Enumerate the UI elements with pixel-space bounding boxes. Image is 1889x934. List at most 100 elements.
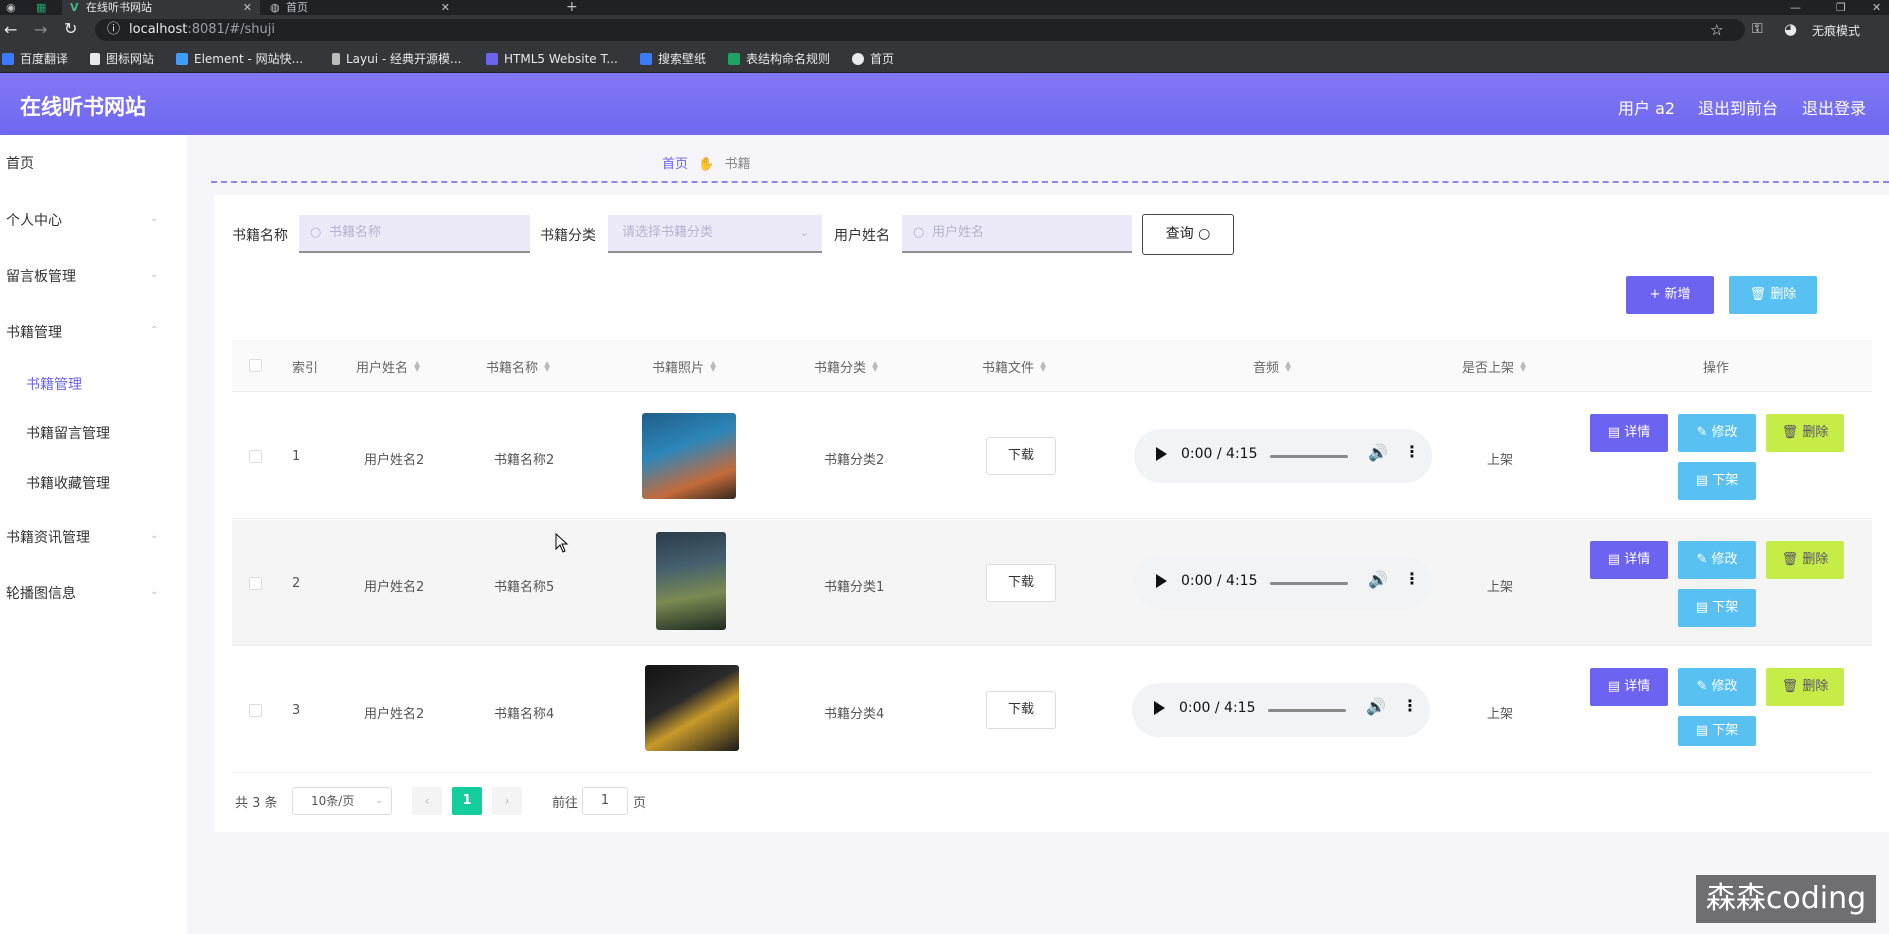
bookmark-item[interactable]: 搜索壁纸 — [640, 45, 706, 73]
play-icon[interactable] — [1156, 447, 1167, 461]
logout-link[interactable]: 退出登录 — [1802, 95, 1866, 119]
audio-progress-slider[interactable] — [1270, 455, 1348, 458]
detail-button[interactable]: ▤ 详情 — [1590, 541, 1668, 579]
edit-button[interactable]: ✎ 修改 — [1678, 668, 1756, 706]
row-checkbox[interactable] — [249, 704, 262, 717]
off-shelf-button[interactable]: ▤ 下架 — [1678, 716, 1756, 746]
close-tab-icon[interactable]: ✕ — [243, 0, 252, 15]
reload-icon[interactable]: ↻ — [64, 19, 77, 38]
book-cover-image[interactable] — [645, 665, 739, 751]
incognito-label[interactable]: 无痕模式 — [1812, 22, 1860, 39]
key-icon[interactable]: ⚿ — [1752, 21, 1763, 37]
row-checkbox[interactable] — [249, 577, 262, 590]
download-button[interactable]: 下载 — [986, 691, 1056, 729]
book-category-select[interactable]: 请选择书籍分类 ⌄ — [608, 215, 822, 253]
batch-delete-button[interactable]: 🗑 删除 — [1729, 276, 1817, 314]
bookmark-star-icon[interactable]: ☆ — [1710, 19, 1723, 41]
edit-button[interactable]: ✎ 修改 — [1678, 414, 1756, 452]
volume-icon[interactable]: 🔊 — [1366, 697, 1386, 716]
sidebar-item-profile[interactable]: 个人中心 — [6, 210, 62, 230]
back-to-front-link[interactable]: 退出到前台 — [1698, 95, 1778, 119]
audio-player[interactable]: 0:00 / 4:15 🔊 ⋮ — [1134, 429, 1432, 483]
book-name-input[interactable]: ○ 书籍名称 — [299, 215, 530, 253]
page-size-select[interactable]: 10条/页 ⌄ — [292, 787, 392, 815]
hand-icon: ✋ — [698, 157, 715, 172]
info-icon[interactable]: ⓘ — [107, 19, 120, 41]
forward-icon[interactable]: → — [34, 20, 47, 39]
volume-icon[interactable]: 🔊 — [1368, 443, 1388, 462]
bookmark-item[interactable]: Layui - 经典开源模... — [332, 45, 461, 73]
select-all-checkbox[interactable] — [249, 359, 262, 372]
off-shelf-button[interactable]: ▤ 下架 — [1678, 462, 1756, 500]
goto-page-input[interactable]: 1 — [582, 787, 628, 815]
audio-progress-slider[interactable] — [1270, 582, 1348, 585]
new-tab-button[interactable]: + — [562, 0, 586, 15]
bookmark-item[interactable]: HTML5 Website T... — [486, 45, 618, 73]
audio-player[interactable]: 0:00 / 4:15 🔊 ⋮ — [1134, 556, 1432, 610]
detail-button[interactable]: ▤ 详情 — [1590, 668, 1668, 706]
sidebar-item-book-news[interactable]: 书籍资讯管理 — [6, 527, 90, 547]
download-button[interactable]: 下载 — [986, 437, 1056, 475]
prev-page-button[interactable]: ‹ — [412, 787, 442, 815]
sheet-tab-icon[interactable]: ▦ — [30, 0, 54, 15]
more-options-icon[interactable]: ⋮ — [1402, 696, 1418, 715]
col-category[interactable]: 书籍分类 ▲ ▼ — [814, 357, 878, 377]
breadcrumb-home[interactable]: 首页 — [662, 157, 688, 172]
bookmark-item[interactable]: 图标网站 — [90, 45, 154, 73]
sidebar-item-books[interactable]: 书籍管理 — [6, 322, 62, 342]
current-page[interactable]: 1 — [452, 787, 482, 815]
sidebar-subitem-book-comments[interactable]: 书籍留言管理 — [26, 423, 110, 443]
audio-player[interactable]: 0:00 / 4:15 🔊 ⋮ — [1132, 683, 1430, 737]
download-button[interactable]: 下载 — [986, 564, 1056, 602]
delete-button[interactable]: 🗑 删除 — [1766, 414, 1844, 452]
play-icon[interactable] — [1156, 574, 1167, 588]
query-button[interactable]: 查询 ○ — [1142, 214, 1234, 255]
bookmark-item[interactable]: 百度翻译 — [2, 45, 68, 73]
row-checkbox[interactable] — [249, 450, 262, 463]
close-window-icon[interactable]: ✕ — [1868, 0, 1888, 15]
minimize-icon[interactable]: — — [1786, 0, 1806, 15]
off-shelf-button[interactable]: ▤ 下架 — [1678, 589, 1756, 627]
col-status[interactable]: 是否上架 ▲ ▼ — [1462, 357, 1526, 377]
tab-home[interactable]: ◍ 首页 ✕ — [262, 0, 458, 15]
more-options-icon[interactable]: ⋮ — [1404, 442, 1420, 461]
sidebar-subitem-book-favorites[interactable]: 书籍收藏管理 — [26, 473, 110, 493]
bookmark-item[interactable]: 表结构命名规则 — [728, 45, 830, 73]
delete-button[interactable]: 🗑 删除 — [1766, 541, 1844, 579]
volume-icon[interactable]: 🔊 — [1368, 570, 1388, 589]
sort-icon: ▲ ▼ — [1040, 359, 1047, 373]
col-user[interactable]: 用户姓名 ▲ ▼ — [356, 357, 420, 377]
user-name-input[interactable]: ○ 用户姓名 — [902, 215, 1132, 253]
next-page-button[interactable]: › — [492, 787, 522, 815]
row-name: 书籍名称4 — [494, 707, 555, 722]
row-index: 2 — [292, 576, 301, 591]
book-cover-image[interactable] — [642, 413, 736, 499]
url-field[interactable]: ⓘ localhost:8081/#/shuji ☆ — [95, 19, 1745, 41]
user-name[interactable]: 用户 a2 — [1618, 95, 1675, 119]
col-photo[interactable]: 书籍照片 ▲ ▼ — [652, 357, 716, 377]
more-options-icon[interactable]: ⋮ — [1404, 569, 1420, 588]
sidebar-item-guestbook[interactable]: 留言板管理 — [6, 266, 76, 286]
chrome-icon[interactable]: ◉ — [0, 0, 24, 15]
detail-button[interactable]: ▤ 详情 — [1590, 414, 1668, 452]
audio-progress-slider[interactable] — [1268, 709, 1346, 712]
play-icon[interactable] — [1154, 701, 1165, 715]
sidebar-item-home[interactable]: 首页 — [6, 153, 34, 173]
bookmark-item[interactable]: Element - 网站快... — [176, 45, 303, 73]
back-icon[interactable]: ← — [4, 20, 17, 39]
add-button[interactable]: + 新增 — [1626, 276, 1714, 314]
sidebar-item-carousel[interactable]: 轮播图信息 — [6, 583, 76, 603]
col-file[interactable]: 书籍文件 ▲ ▼ — [982, 357, 1047, 377]
globe-icon: ◍ — [270, 1, 280, 14]
bookmark-item[interactable]: 首页 — [852, 45, 894, 73]
restore-icon[interactable]: ❐ — [1832, 0, 1852, 15]
sidebar-subitem-book-manage[interactable]: 书籍管理 — [26, 374, 82, 394]
book-cover-image[interactable] — [656, 532, 726, 630]
col-name[interactable]: 书籍名称 ▲ ▼ — [486, 357, 550, 377]
delete-button[interactable]: 🗑 删除 — [1766, 668, 1844, 706]
edit-button[interactable]: ✎ 修改 — [1678, 541, 1756, 579]
col-audio[interactable]: 音频 ▲ ▼ — [1253, 357, 1291, 377]
row-category: 书籍分类2 — [824, 453, 885, 468]
close-tab-icon[interactable]: ✕ — [441, 0, 450, 15]
tab-active[interactable]: V 在线听书网站 ✕ — [62, 0, 260, 15]
